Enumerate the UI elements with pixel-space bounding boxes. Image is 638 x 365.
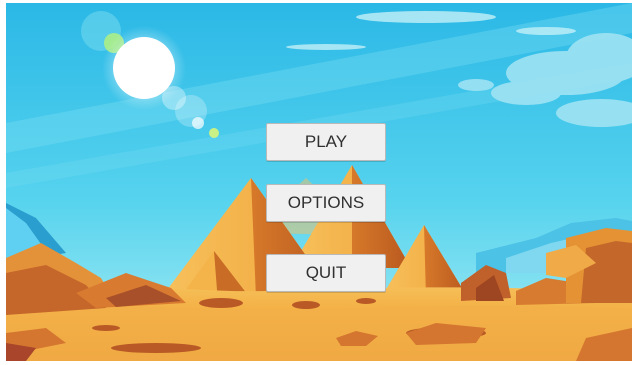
options-button-label: OPTIONS — [287, 193, 365, 212]
main-menu: PLAY OPTIONS QUIT — [6, 3, 632, 361]
play-button-label: PLAY — [304, 132, 348, 151]
play-button[interactable]: PLAY — [266, 123, 386, 161]
options-button[interactable]: OPTIONS — [266, 184, 386, 222]
game-viewport: PLAY OPTIONS QUIT — [0, 0, 638, 365]
quit-button[interactable]: QUIT — [266, 254, 386, 292]
quit-button-label: QUIT — [305, 263, 347, 282]
